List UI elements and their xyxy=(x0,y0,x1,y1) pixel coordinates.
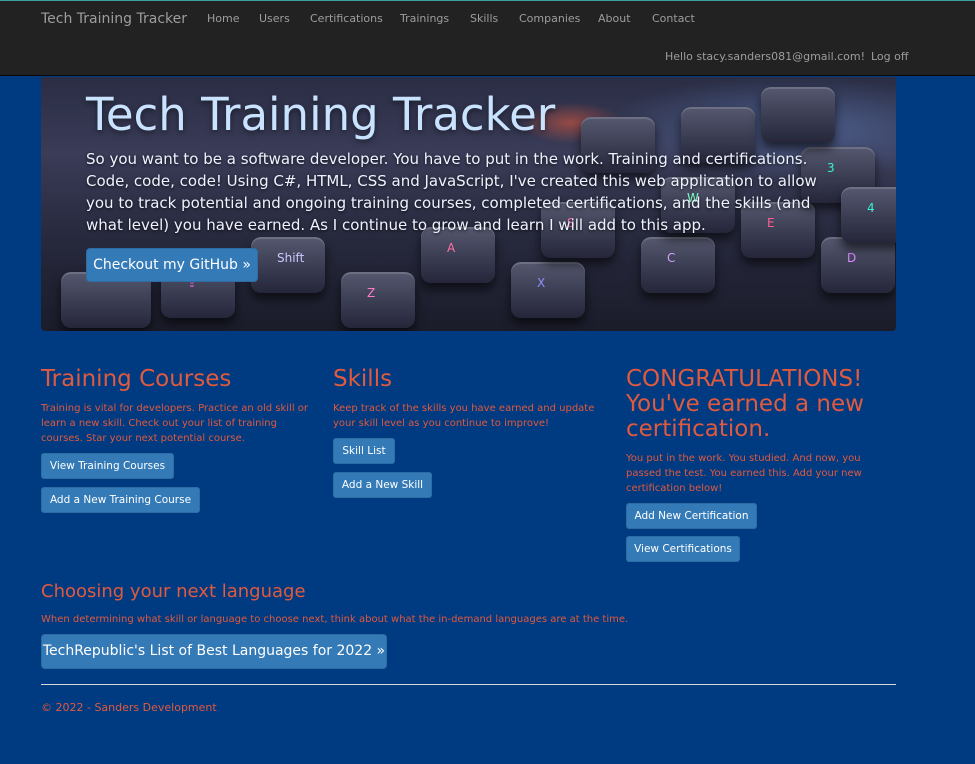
keycap: Z xyxy=(341,272,415,328)
keycap: X xyxy=(511,262,585,318)
nav-link-contact[interactable]: Contact xyxy=(652,12,695,26)
certification-text: You put in the work. You studied. And no… xyxy=(626,453,862,494)
logoff-link[interactable]: Log off xyxy=(871,50,908,64)
training-courses-text: Training is vital for developers. Practi… xyxy=(41,403,309,444)
skills-text: Keep track of the skills you have earned… xyxy=(333,403,595,429)
footer-copyright: © 2022 - Sanders Development xyxy=(41,701,217,714)
certification-heading-line1: CONGRATULATIONS! xyxy=(626,366,863,392)
keycap xyxy=(761,87,835,143)
footer-divider xyxy=(41,684,896,685)
hero-jumbotron: ⇪ Shift Z A X S C W E 3 D 4 Tech Trainin… xyxy=(41,77,896,331)
navbar: Tech Training Tracker Home Users Certifi… xyxy=(0,0,975,76)
navbar-brand[interactable]: Tech Training Tracker xyxy=(41,10,187,28)
nav-link-trainings[interactable]: Trainings xyxy=(400,12,449,26)
keycap: 4 xyxy=(841,187,896,243)
keycap: D xyxy=(821,237,895,293)
nav-link-companies[interactable]: Companies xyxy=(519,12,580,26)
hero-title: Tech Training Tracker xyxy=(86,88,556,141)
keycap: Shift xyxy=(251,237,325,293)
github-button[interactable]: Checkout my GitHub » xyxy=(86,248,258,282)
keycap: C xyxy=(641,237,715,293)
user-greeting-link[interactable]: Hello stacy.sanders081@gmail.com! xyxy=(665,50,865,64)
add-training-course-button[interactable]: Add a New Training Course xyxy=(41,487,200,513)
nav-link-users[interactable]: Users xyxy=(259,12,290,26)
nav-link-about[interactable]: About xyxy=(598,12,631,26)
language-heading: Choosing your next language xyxy=(41,581,306,602)
certification-heading-line2: You've earned a new xyxy=(626,391,864,417)
skills-heading: Skills xyxy=(333,366,393,392)
hero-description: So you want to be a software developer. … xyxy=(86,150,817,234)
language-text: When determining what skill or language … xyxy=(41,614,629,625)
techrepublic-languages-button[interactable]: TechRepublic's List of Best Languages fo… xyxy=(41,634,387,669)
view-training-courses-button[interactable]: View Training Courses xyxy=(41,453,174,479)
skill-list-button[interactable]: Skill List xyxy=(333,438,395,464)
certification-heading-line3: certification. xyxy=(626,416,771,442)
view-certifications-button[interactable]: View Certifications xyxy=(626,536,740,562)
nav-link-home[interactable]: Home xyxy=(207,12,239,26)
add-certification-button[interactable]: Add New Certification xyxy=(626,503,757,529)
nav-link-skills[interactable]: Skills xyxy=(470,12,498,26)
training-courses-heading: Training Courses xyxy=(41,366,232,392)
nav-link-certifications[interactable]: Certifications xyxy=(310,12,383,26)
navbar-top-line xyxy=(0,0,975,1)
add-skill-button[interactable]: Add a New Skill xyxy=(333,472,432,498)
